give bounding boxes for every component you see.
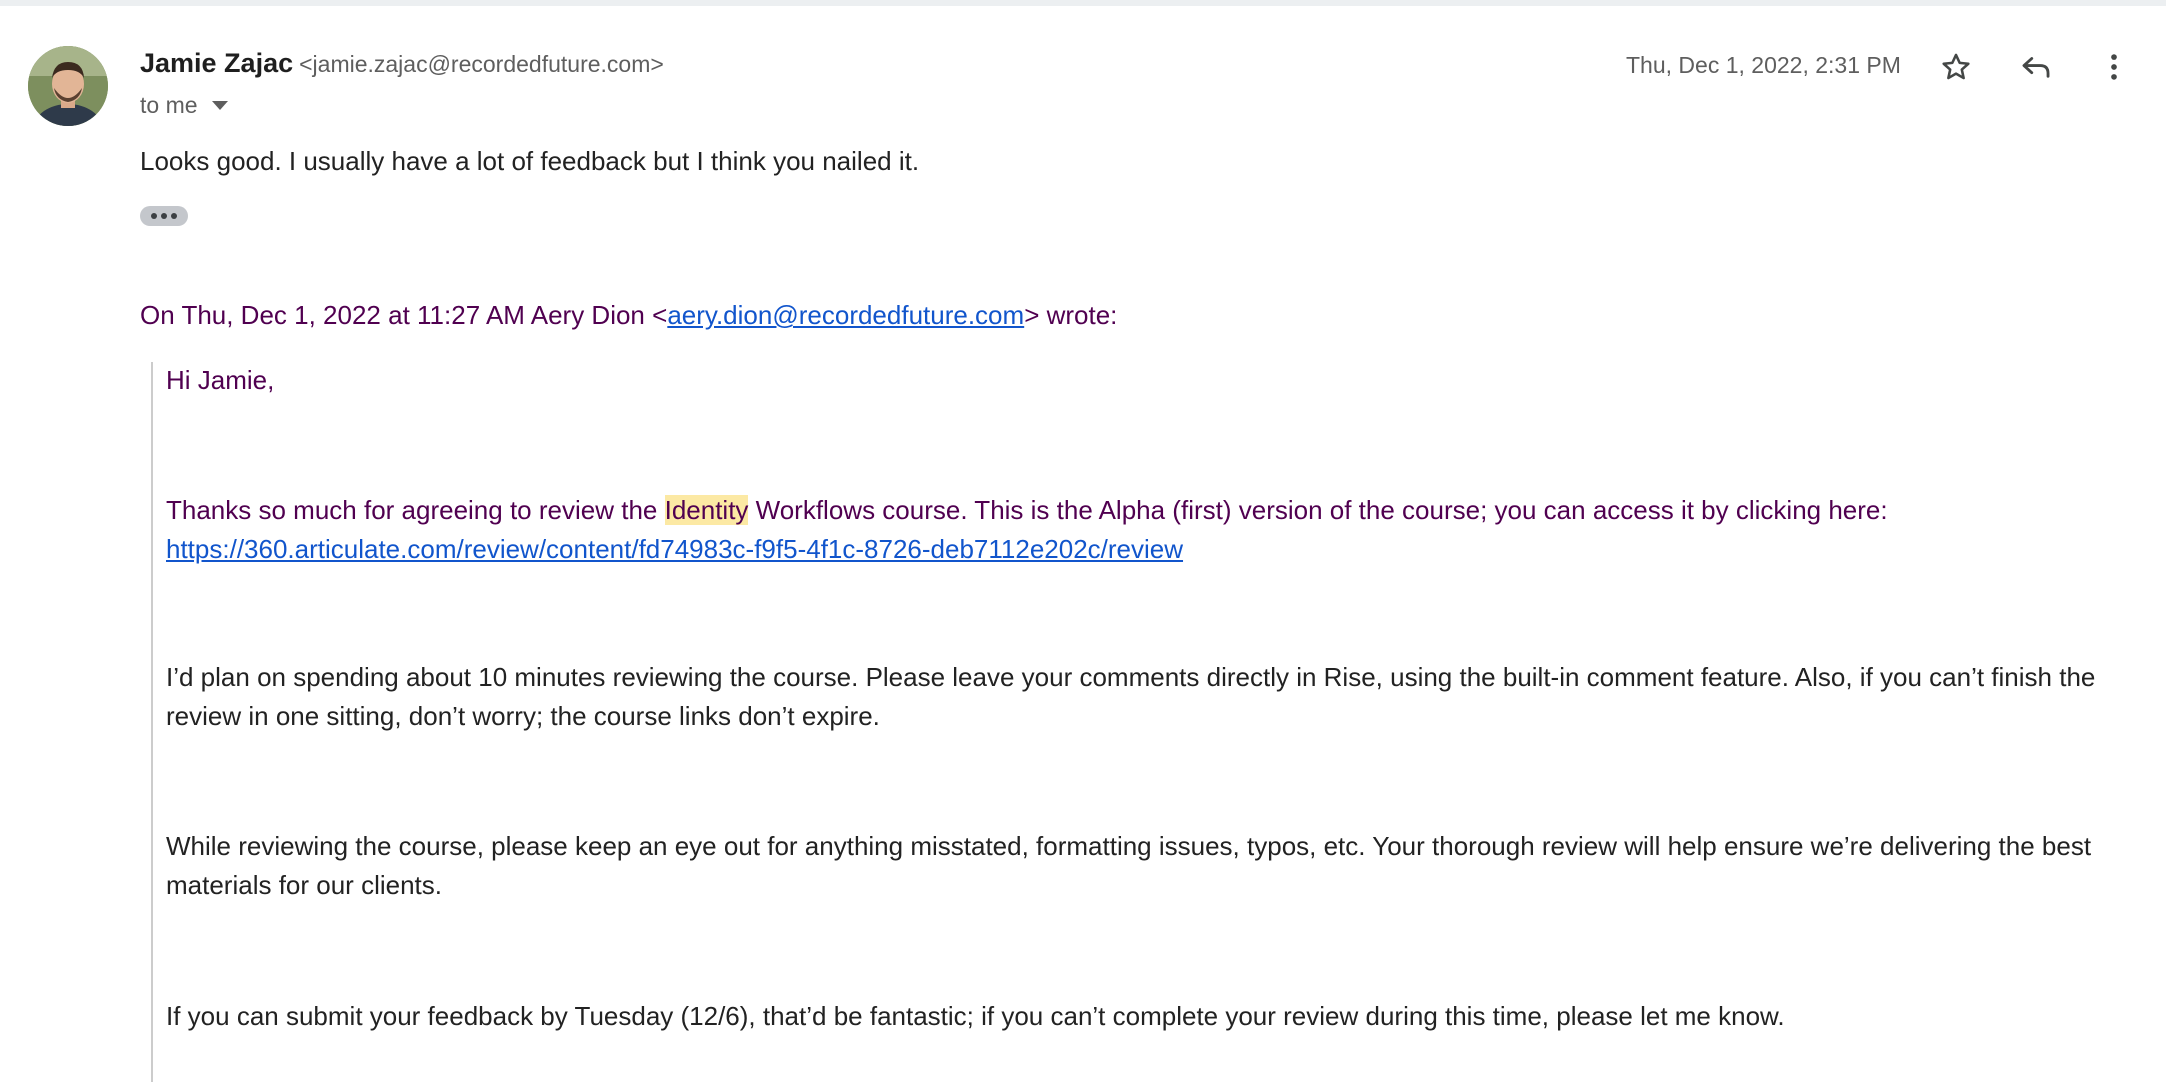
email-body-text: Looks good. I usually have a lot of feed… — [140, 146, 920, 176]
sender-avatar[interactable] — [28, 46, 108, 126]
sender-email: <jamie.zajac@recordedfuture.com> — [299, 51, 664, 77]
quote-attribution-suffix: > wrote: — [1024, 300, 1118, 330]
recipient-details-toggle[interactable]: to me — [140, 92, 228, 119]
quote-paragraph-2: I’d plan on spending about 10 minutes re… — [166, 662, 2096, 731]
more-options-button[interactable] — [2090, 43, 2138, 91]
quote-attribution-prefix: On Thu, Dec 1, 2022 at 11:27 AM Aery Dio… — [140, 300, 668, 330]
email-date: Thu, Dec 1, 2022, 2:31 PM — [1626, 52, 1901, 78]
chevron-down-icon[interactable] — [211, 101, 228, 110]
quote-attribution: On Thu, Dec 1, 2022 at 11:27 AM Aery Dio… — [140, 300, 1117, 331]
star-icon — [1942, 53, 1970, 80]
top-divider — [0, 0, 2166, 6]
course-review-link[interactable]: https://360.articulate.com/review/conten… — [166, 534, 1183, 564]
quote-paragraph-4: If you can submit your feedback by Tuesd… — [166, 1001, 1785, 1031]
p1-text-before: Thanks so much for agreeing to review th… — [166, 495, 665, 525]
sender-line: Jamie Zajac <jamie.zajac@recordedfuture.c… — [140, 48, 664, 79]
quote-paragraph-3: While reviewing the course, please keep … — [166, 831, 2092, 900]
quote-paragraph-1: Thanks so much for agreeing to review th… — [166, 491, 1926, 569]
quote-greeting: Hi Jamie, — [166, 365, 275, 395]
search-highlight: Identity — [664, 495, 749, 525]
dot — [151, 213, 157, 219]
more-vert-icon — [2111, 54, 2117, 80]
dot — [161, 213, 167, 219]
star-button[interactable] — [1932, 43, 1980, 91]
reply-button[interactable] — [2012, 43, 2060, 91]
p1-text-after: Workflows course. This is the Alpha (fir… — [748, 495, 1888, 525]
reply-icon — [2022, 57, 2050, 78]
recipient-label: to me — [140, 92, 198, 118]
quoted-sender-email-link[interactable]: aery.dion@recordedfuture.com — [667, 300, 1024, 330]
show-trimmed-content-button[interactable] — [140, 206, 188, 226]
sender-name[interactable]: Jamie Zajac — [140, 48, 293, 78]
dot — [171, 213, 177, 219]
quote-bar — [151, 362, 153, 1082]
